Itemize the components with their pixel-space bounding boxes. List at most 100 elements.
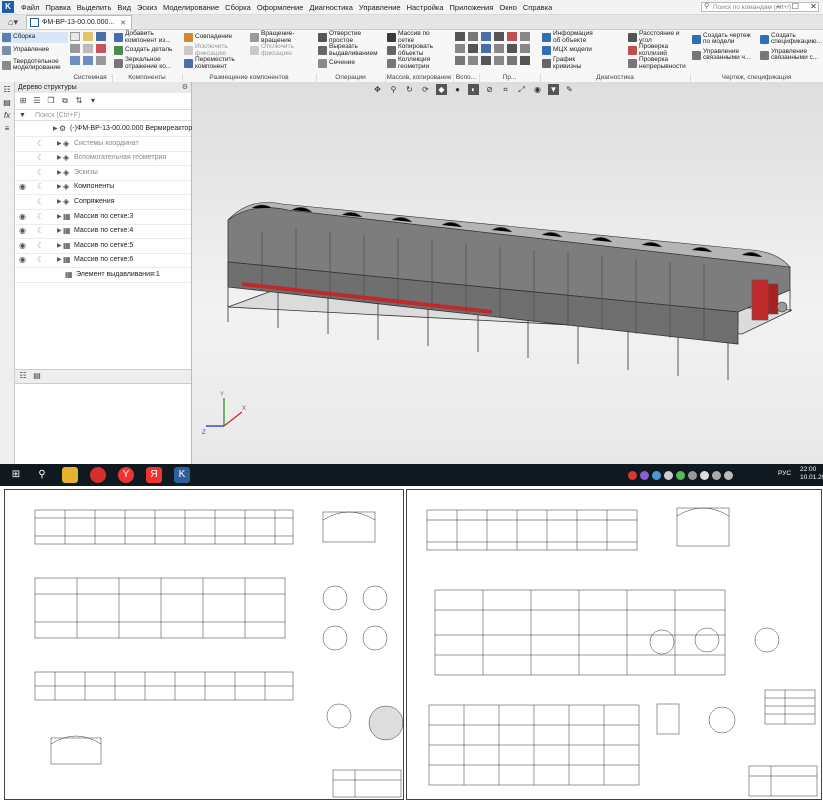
contour-icon[interactable] <box>468 56 478 65</box>
dimension-icon[interactable] <box>507 32 517 41</box>
group-label-components[interactable]: Компоненты <box>112 74 183 82</box>
menu-item[interactable]: Настройка <box>404 3 447 12</box>
group-label-array[interactable]: Массив, копирование <box>385 74 454 82</box>
geometry-collection-button[interactable]: Коллекция геометрии <box>387 56 438 69</box>
parameters-icon[interactable]: ▤ <box>2 98 12 108</box>
taskbar-clock[interactable]: 22:00 10.01.20 <box>800 466 823 482</box>
tree-node[interactable]: ◉ ☾ ▶ ◈ Компоненты <box>15 180 191 196</box>
point-icon[interactable] <box>481 32 491 41</box>
menu-item[interactable]: Моделирование <box>160 3 222 12</box>
more-options-icon[interactable]: ▾ <box>88 96 98 106</box>
helix-icon[interactable] <box>455 56 465 65</box>
gear-icon[interactable]: ⚙ <box>182 82 188 93</box>
menu-item[interactable]: Выделить <box>74 3 115 12</box>
tree-node[interactable]: ◉ ☾ ▶ ▦ Массив по сетке:3 <box>15 210 191 225</box>
menu-item[interactable]: Сборка <box>222 3 254 12</box>
visibility-eye-icon[interactable]: ◉ <box>19 210 26 224</box>
menu-item[interactable]: Правка <box>42 3 73 12</box>
vertex-icon[interactable] <box>520 56 530 65</box>
menu-item[interactable]: Управление <box>356 3 404 12</box>
save-icon[interactable] <box>96 32 106 41</box>
expand-arrow-icon[interactable]: ▶ <box>57 166 62 180</box>
move-component-button[interactable]: Переместить компонент <box>184 56 241 69</box>
minimize-icon[interactable]: – <box>773 1 784 12</box>
close-icon[interactable]: ✕ <box>808 1 819 12</box>
drawing-sheet-right[interactable] <box>406 489 822 800</box>
group-label-surfaces[interactable]: Пр... <box>479 74 541 82</box>
copy-icon[interactable] <box>70 44 80 53</box>
tray-whatsapp-icon[interactable] <box>676 470 685 480</box>
group-label-diagnostics[interactable]: Диагностика <box>540 74 691 82</box>
surface-icon[interactable] <box>481 44 491 53</box>
manage-linked-specs-button[interactable]: Управление связанными с... <box>760 48 823 62</box>
tree-node[interactable]: ☾ ▶ ◈ Сопряжения <box>15 195 191 210</box>
group-label-placement[interactable]: Размещение компонентов <box>182 74 317 82</box>
add-component-button[interactable]: Добавить компонент из... <box>114 30 187 43</box>
opera-browser-icon[interactable] <box>90 467 106 483</box>
tree-list-icon[interactable]: ☰ <box>32 96 42 106</box>
grid-array-button[interactable]: Массив по сетке <box>387 30 438 43</box>
tray-yandex-icon[interactable] <box>628 470 637 480</box>
tray-network-icon[interactable] <box>688 470 697 480</box>
sew-icon[interactable] <box>507 44 517 53</box>
delete-icon[interactable] <box>96 44 106 53</box>
expand-arrow-icon[interactable]: ▶ <box>57 239 62 253</box>
tray-up-arrow-icon[interactable] <box>724 470 733 480</box>
ribbon-tab-management[interactable]: Управление <box>2 45 68 56</box>
menu-item[interactable]: Справка <box>520 3 555 12</box>
visibility-eye-icon[interactable]: ◉ <box>19 253 26 267</box>
tree-node[interactable]: ☾ ▶ ◈ Системы координат <box>15 137 191 152</box>
menu-item[interactable]: Эскиз <box>134 3 160 12</box>
properties-icon[interactable] <box>96 56 106 65</box>
visibility-eye-icon[interactable]: ◉ <box>19 180 26 194</box>
yandex-icon[interactable]: Я <box>146 467 162 483</box>
menu-item[interactable]: Диагностика <box>306 3 355 12</box>
curvature-graph-button[interactable]: График кривизны <box>542 56 597 69</box>
sketch-icon[interactable] <box>494 32 504 41</box>
copy-objects-button[interactable]: Копировать объекты <box>387 43 438 56</box>
visibility-eye-icon[interactable]: ◉ <box>19 224 26 238</box>
rotation-rotation-button[interactable]: Вращение-вращение <box>250 30 307 43</box>
model-viewport[interactable]: ✥ ⚲ ↻ ⟳ ◆ ● ◐ ⊘ ⌗ ⤢ ◉ ▼ ✎ Y X Z <box>192 82 823 464</box>
coincidence-button[interactable]: Совпадение <box>184 32 241 43</box>
distance-angle-button[interactable]: Расстояние и угол <box>628 30 691 43</box>
tray-cloud-icon[interactable] <box>664 470 673 480</box>
windows-start-icon[interactable]: ⊞ <box>8 467 24 483</box>
measure-icon[interactable] <box>520 32 530 41</box>
variables-icon[interactable]: fx <box>2 111 12 121</box>
curve-icon[interactable] <box>455 44 465 53</box>
expand-arrow-icon[interactable]: ▶ <box>57 137 62 151</box>
exclude-fix-button[interactable]: Исключить фиксацию <box>184 43 241 56</box>
axis-icon[interactable] <box>468 32 478 41</box>
redo-icon[interactable] <box>83 56 93 65</box>
structure-view-icon[interactable]: ⊞ <box>18 96 28 106</box>
undo-icon[interactable] <box>70 56 80 65</box>
command-search-input[interactable]: ⚲ Поиск по командам (Alt+/) <box>701 2 819 12</box>
control-point-icon[interactable] <box>507 56 517 65</box>
extrude-cut-button[interactable]: Вырезать выдавливанием <box>318 43 378 56</box>
group-label-operations[interactable]: Операции <box>316 74 386 82</box>
file-explorer-icon[interactable] <box>62 467 78 483</box>
mirror-component-button[interactable]: Зеркальное отражение ко... <box>114 56 187 69</box>
drawing-sheet-left[interactable] <box>4 489 404 800</box>
visibility-eye-icon[interactable]: ◉ <box>19 239 26 253</box>
home-icon[interactable]: ⌂▾ <box>0 16 26 29</box>
spline-icon[interactable] <box>468 44 478 53</box>
create-drawing-button[interactable]: Создать чертеж по модели <box>692 32 759 46</box>
tree-node[interactable]: ☾ ▶ ◈ Эскизы <box>15 166 191 181</box>
sort-icon[interactable]: ⇅ <box>74 96 84 106</box>
keyboard-language[interactable]: РУС <box>778 470 791 477</box>
paste-icon[interactable] <box>83 44 93 53</box>
menu-item[interactable]: Окно <box>496 3 519 12</box>
projection-icon[interactable] <box>494 56 504 65</box>
tray-viber-icon[interactable] <box>640 470 649 480</box>
properties-tab-icon[interactable]: ▤ <box>32 371 42 381</box>
new-file-icon[interactable] <box>70 32 80 41</box>
section-button[interactable]: Сечение <box>318 58 373 69</box>
expand-arrow-icon[interactable]: ▶ <box>57 210 62 224</box>
model-render[interactable]: Y X Z <box>192 82 823 464</box>
intersection-icon[interactable] <box>481 56 491 65</box>
tree-tab-icon[interactable]: ☷ <box>18 371 28 381</box>
collision-check-button[interactable]: Проверка коллизий <box>628 43 691 56</box>
tree-node[interactable]: ▦ Элемент выдавливания:1 <box>15 268 191 283</box>
